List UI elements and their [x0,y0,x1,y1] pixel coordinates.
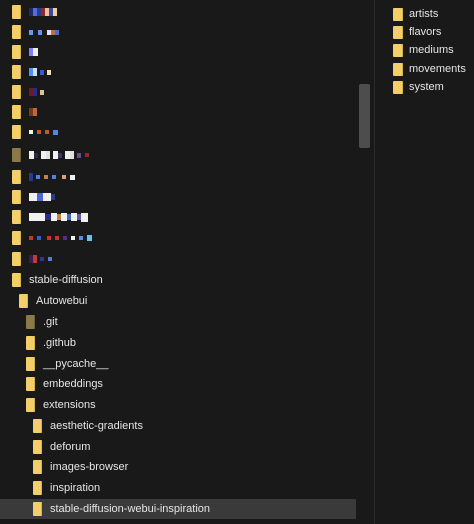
folder-icon [393,80,403,94]
content-item-mediums[interactable]: mediums [393,41,454,59]
tree-item-label: __pycache__ [43,358,109,370]
tree-item-redacted[interactable] [0,102,356,122]
content-item-system[interactable]: system [393,78,444,96]
folder-icon [33,460,42,474]
tree-item-redacted[interactable] [0,187,356,207]
folder-tree: stable-diffusion Autowebui .git .github … [0,0,356,524]
folder-icon [12,210,21,224]
redacted-label [29,129,58,135]
folder-icon [12,25,21,39]
folder-icon [12,252,21,266]
folder-icon [12,65,21,79]
folder-icon [393,43,403,57]
redacted-label [29,88,44,96]
folder-contents-pane: artists flavors mediums movements system [375,0,474,524]
content-item-label: artists [409,8,439,20]
tree-item-embeddings[interactable]: embeddings [0,374,356,394]
content-item-label: mediums [409,44,454,56]
folder-icon [393,62,403,76]
tree-item-redacted[interactable] [0,2,356,22]
tree-item-redacted[interactable] [0,122,356,142]
redacted-label [29,255,52,263]
tree-item-redacted[interactable] [0,207,356,227]
tree-item-stable-diffusion-webui-inspiration[interactable]: stable-diffusion-webui-inspiration [0,499,356,519]
folder-icon [26,357,35,371]
folder-icon [393,25,403,39]
tree-item-redacted[interactable] [0,145,356,165]
tree-item-label: stable-diffusion [29,274,103,286]
tree-item-label: .github [43,337,77,349]
tree-item-redacted[interactable] [0,249,356,269]
folder-icon [12,5,21,19]
tree-item-redacted[interactable] [0,82,356,102]
tree-item-github[interactable]: .github [0,333,356,353]
folder-icon [12,45,21,59]
folder-icon [12,273,21,287]
content-item-artists[interactable]: artists [393,5,438,23]
tree-item-redacted[interactable] [0,62,356,82]
folder-icon [12,85,21,99]
redacted-label [29,29,59,35]
redacted-label [29,68,51,76]
content-item-label: flavors [409,26,442,38]
tree-scrollbar-thumb[interactable] [359,84,370,148]
folder-icon [12,231,21,245]
redacted-label [29,212,88,222]
tree-item-images-browser[interactable]: images-browser [0,457,356,477]
content-item-flavors[interactable]: flavors [393,23,441,41]
content-item-label: system [409,81,444,93]
content-item-label: movements [409,63,466,75]
redacted-label [29,48,38,56]
folder-icon [12,125,21,139]
folder-icon [393,7,403,21]
tree-item-extensions[interactable]: extensions [0,395,356,415]
redacted-label [29,8,57,16]
folder-icon [12,148,21,162]
folder-icon [12,190,21,204]
folder-tree-pane: stable-diffusion Autowebui .git .github … [0,0,374,524]
folder-icon [26,336,35,350]
redacted-label [29,173,75,181]
tree-item-label: inspiration [50,482,101,494]
tree-item-inspiration[interactable]: inspiration [0,478,356,498]
tree-item-stable-diffusion[interactable]: stable-diffusion [0,270,356,290]
tree-item-label: Autowebui [36,295,88,307]
tree-item-redacted[interactable] [0,167,356,187]
tree-item-label: stable-diffusion-webui-inspiration [50,503,210,515]
folder-icon [12,105,21,119]
redacted-label [29,151,89,159]
folder-icon [26,398,35,412]
folder-icon [26,377,35,391]
folder-icon [19,294,28,308]
folder-icon [33,419,42,433]
content-item-movements[interactable]: movements [393,60,466,78]
tree-item-label: extensions [43,399,96,411]
folder-icon [26,315,35,329]
redacted-label [29,235,92,241]
tree-item-redacted[interactable] [0,22,356,42]
redacted-label [29,108,37,116]
tree-item-autowebui[interactable]: Autowebui [0,291,356,311]
tree-item-pycache[interactable]: __pycache__ [0,354,356,374]
tree-scrollbar[interactable] [356,0,374,524]
folder-icon [33,440,42,454]
tree-item-label: .git [43,316,58,328]
tree-item-redacted[interactable] [0,42,356,62]
folder-icon [33,502,42,516]
tree-item-label: aesthetic-gradients [50,420,143,432]
tree-item-git[interactable]: .git [0,312,356,332]
tree-item-label: embeddings [43,378,103,390]
folder-icon [33,481,42,495]
tree-item-redacted[interactable] [0,228,356,248]
tree-item-label: images-browser [50,461,129,473]
tree-item-deforum[interactable]: deforum [0,437,356,457]
redacted-label [29,193,55,201]
tree-item-aesthetic-gradients[interactable]: aesthetic-gradients [0,416,356,436]
folder-icon [12,170,21,184]
tree-item-label: deforum [50,441,91,453]
